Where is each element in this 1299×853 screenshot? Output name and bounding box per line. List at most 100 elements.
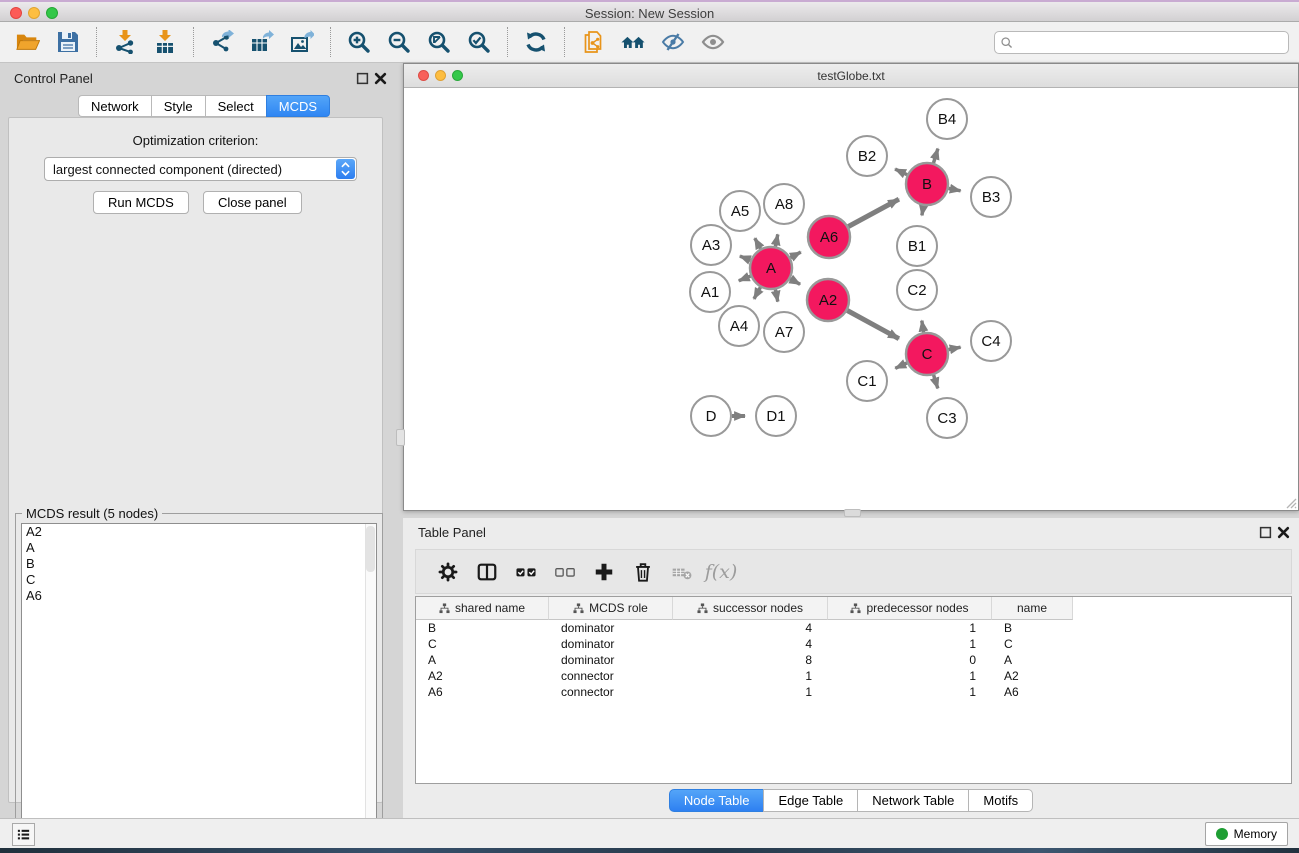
cell-predecessor-nodes[interactable]: 1 [828,668,992,684]
table-row[interactable]: Cdominator41C [416,636,1291,652]
node-D1[interactable]: D1 [756,396,796,436]
zoom-fit-button[interactable] [419,25,459,59]
close-panel-button[interactable]: Close panel [203,191,302,214]
node-A1[interactable]: A1 [690,272,730,312]
node-B1[interactable]: B1 [897,226,937,266]
cell-name[interactable]: C [992,636,1073,652]
zoom-in-button[interactable] [339,25,379,59]
node-A5[interactable]: A5 [720,191,760,231]
cell-predecessor-nodes[interactable]: 1 [828,620,992,636]
tab-motifs[interactable]: Motifs [968,789,1033,812]
edge-A-A4[interactable] [754,287,760,299]
cell-shared-name[interactable]: A6 [416,684,549,700]
node-A4[interactable]: A4 [719,306,759,346]
node-table[interactable]: shared nameMCDS rolesuccessor nodesprede… [415,596,1292,784]
split-columns-button[interactable] [469,555,505,589]
horizontal-splitter-handle[interactable] [844,509,861,517]
import-network-button[interactable] [105,25,145,59]
save-session-button[interactable] [48,25,88,59]
cell-MCDS-role[interactable]: connector [549,684,673,700]
node-C[interactable]: C [906,333,948,375]
memory-button[interactable]: Memory [1205,822,1288,846]
tab-node-table[interactable]: Node Table [669,789,764,812]
result-list-item[interactable]: A2 [22,524,376,540]
node-D[interactable]: D [691,396,731,436]
edge-A-A3[interactable] [740,256,751,260]
node-C1[interactable]: C1 [847,361,887,401]
resize-grip-icon[interactable] [1283,495,1297,509]
show-visibility-button[interactable] [693,25,733,59]
tab-style[interactable]: Style [151,95,205,117]
table-float-panel-icon[interactable] [1259,526,1272,539]
edge-B-B2[interactable] [895,169,907,175]
edge-A6-B[interactable] [848,199,899,226]
table-row[interactable]: Bdominator41B [416,620,1291,636]
node-A6[interactable]: A6 [808,216,850,258]
refresh-layout-button[interactable] [516,25,556,59]
export-network-button[interactable] [202,25,242,59]
edge-A-A6[interactable] [790,252,800,258]
node-A[interactable]: A [750,247,792,289]
cell-successor-nodes[interactable]: 8 [673,652,828,668]
cell-name[interactable]: A [992,652,1073,668]
node-B2[interactable]: B2 [847,136,887,176]
edge-B-B3[interactable] [949,188,961,190]
cell-MCDS-role[interactable]: dominator [549,636,673,652]
vertical-splitter-handle[interactable] [396,429,405,446]
result-scrollbar[interactable] [365,524,376,848]
cell-shared-name[interactable]: C [416,636,549,652]
zoom-selected-button[interactable] [459,25,499,59]
delete-column-button[interactable] [625,555,661,589]
criterion-dropdown[interactable]: largest connected component (directed) [44,157,357,181]
result-list-item[interactable]: A6 [22,588,376,604]
cell-successor-nodes[interactable]: 1 [673,684,828,700]
table-row[interactable]: A2connector11A2 [416,668,1291,684]
node-A3[interactable]: A3 [691,225,731,265]
network-window-titlebar[interactable]: testGlobe.txt [404,64,1298,88]
network-canvas[interactable]: B4B2BB3A8A5A6A3B1AA1C2A2A4A7C4CC1C3DD1 [404,88,1298,510]
open-folder-button[interactable] [8,25,48,59]
float-panel-icon[interactable] [356,72,369,85]
edge-C-C1[interactable] [895,363,907,368]
select-checkboxes-button[interactable] [508,555,544,589]
column-header-successor-nodes[interactable]: successor nodes [673,597,828,620]
edge-A-A7[interactable] [775,290,777,302]
node-C2[interactable]: C2 [897,270,937,310]
table-row[interactable]: Adominator80A [416,652,1291,668]
edge-A-A8[interactable] [775,234,777,246]
close-panel-icon[interactable] [374,72,387,85]
result-scrollbar-thumb[interactable] [366,526,375,572]
cell-predecessor-nodes[interactable]: 0 [828,652,992,668]
node-A8[interactable]: A8 [764,184,804,224]
cell-shared-name[interactable]: B [416,620,549,636]
cell-MCDS-role[interactable]: dominator [549,652,673,668]
table-close-panel-icon[interactable] [1277,526,1290,539]
edge-A-A5[interactable] [755,238,761,249]
column-header-name[interactable]: name [992,597,1073,620]
tab-network-table[interactable]: Network Table [857,789,968,812]
node-A7[interactable]: A7 [764,312,804,352]
node-B3[interactable]: B3 [971,177,1011,217]
add-column-button[interactable] [586,555,622,589]
node-A2[interactable]: A2 [807,279,849,321]
cell-predecessor-nodes[interactable]: 1 [828,684,992,700]
export-table-button[interactable] [242,25,282,59]
zoom-out-button[interactable] [379,25,419,59]
cell-MCDS-role[interactable]: connector [549,668,673,684]
edge-A-A2[interactable] [790,279,800,285]
edge-A2-C[interactable] [847,311,899,339]
cell-shared-name[interactable]: A2 [416,668,549,684]
run-mcds-button[interactable]: Run MCDS [93,191,189,214]
table-row[interactable]: A6connector11A6 [416,684,1291,700]
export-image-button[interactable] [282,25,322,59]
node-B4[interactable]: B4 [927,99,967,139]
double-home-button[interactable] [613,25,653,59]
tab-network[interactable]: Network [78,95,151,117]
node-C3[interactable]: C3 [927,398,967,438]
tab-select[interactable]: Select [205,95,266,117]
mcds-result-list[interactable]: A2ABCA6 [21,523,377,849]
cell-MCDS-role[interactable]: dominator [549,620,673,636]
clear-checkboxes-button[interactable] [547,555,583,589]
edge-A-A1[interactable] [739,276,751,281]
cell-successor-nodes[interactable]: 4 [673,620,828,636]
